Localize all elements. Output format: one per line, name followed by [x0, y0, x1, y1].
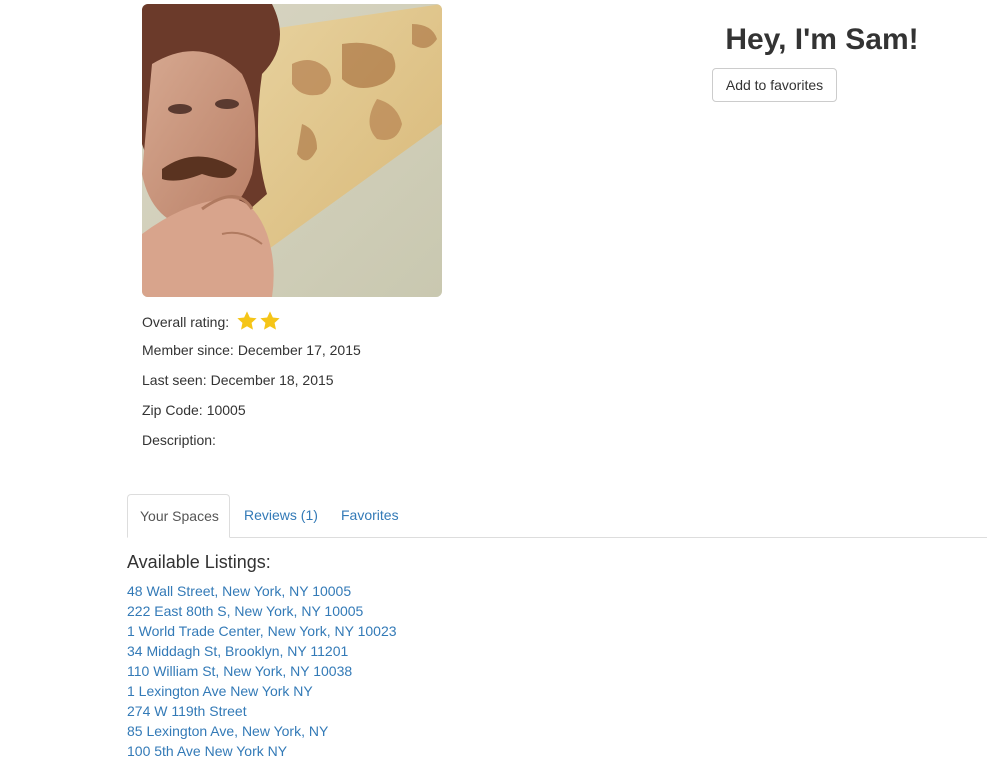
profile-photo-image: [142, 4, 442, 297]
listing-link[interactable]: 85 Lexington Ave, New York, NY: [127, 723, 328, 739]
profile-photo: [142, 4, 442, 297]
member-since-row: Member since: December 17, 2015: [142, 340, 542, 360]
zip-code-label: Zip Code:: [142, 402, 203, 418]
listing-link[interactable]: 1 World Trade Center, New York, NY 10023: [127, 623, 397, 639]
member-since-label: Member since:: [142, 342, 234, 358]
add-to-favorites-button[interactable]: Add to favorites: [712, 68, 837, 102]
star-icon: [237, 311, 257, 330]
last-seen-value: December 18, 2015: [210, 372, 334, 388]
page-title: Hey, I'm Sam!: [725, 23, 919, 56]
rating-row: Overall rating:: [142, 310, 542, 330]
listing-link[interactable]: 274 W 119th Street: [127, 703, 247, 719]
list-item: 48 Wall Street, New York, NY 10005: [127, 581, 397, 601]
profile-tabs: Your Spaces Reviews (1) Favorites: [127, 494, 987, 538]
list-item: 222 East 80th S, New York, NY 10005: [127, 601, 397, 621]
listing-link[interactable]: 34 Middagh St, Brooklyn, NY 11201: [127, 643, 348, 659]
list-item: 100 5th Ave New York NY: [127, 741, 397, 761]
description-label: Description:: [142, 432, 216, 448]
rating-stars: [236, 310, 282, 337]
listing-link[interactable]: 222 East 80th S, New York, NY 10005: [127, 603, 363, 619]
listing-link[interactable]: 48 Wall Street, New York, NY 10005: [127, 583, 351, 599]
tab-favorites[interactable]: Favorites: [329, 494, 411, 538]
listing-link[interactable]: 100 5th Ave New York NY: [127, 743, 287, 759]
list-item: 1 Lexington Ave New York NY: [127, 681, 397, 701]
listings-list: 48 Wall Street, New York, NY 10005 222 E…: [127, 581, 397, 761]
zip-code-value: 10005: [206, 402, 246, 418]
last-seen-row: Last seen: December 18, 2015: [142, 370, 542, 390]
profile-details: Overall rating: Member since: December 17…: [142, 310, 542, 460]
listing-link[interactable]: 1 Lexington Ave New York NY: [127, 683, 313, 699]
listings-heading: Available Listings:: [127, 552, 271, 572]
rating-label: Overall rating:: [142, 314, 230, 330]
list-item: 274 W 119th Street: [127, 701, 397, 721]
zip-code-row: Zip Code: 10005: [142, 400, 542, 420]
list-item: 110 William St, New York, NY 10038: [127, 661, 397, 681]
member-since-value: December 17, 2015: [237, 342, 361, 358]
tab-your-spaces[interactable]: Your Spaces: [127, 494, 230, 538]
list-item: 34 Middagh St, Brooklyn, NY 11201: [127, 641, 397, 661]
tab-reviews[interactable]: Reviews (1): [232, 494, 330, 538]
profile-page: Overall rating: Member since: December 17…: [0, 0, 987, 761]
list-item: 85 Lexington Ave, New York, NY: [127, 721, 397, 741]
listing-link[interactable]: 110 William St, New York, NY 10038: [127, 663, 352, 679]
list-item: 1 World Trade Center, New York, NY 10023: [127, 621, 397, 641]
last-seen-label: Last seen:: [142, 372, 207, 388]
description-row: Description:: [142, 430, 542, 450]
star-icon: [260, 311, 280, 330]
